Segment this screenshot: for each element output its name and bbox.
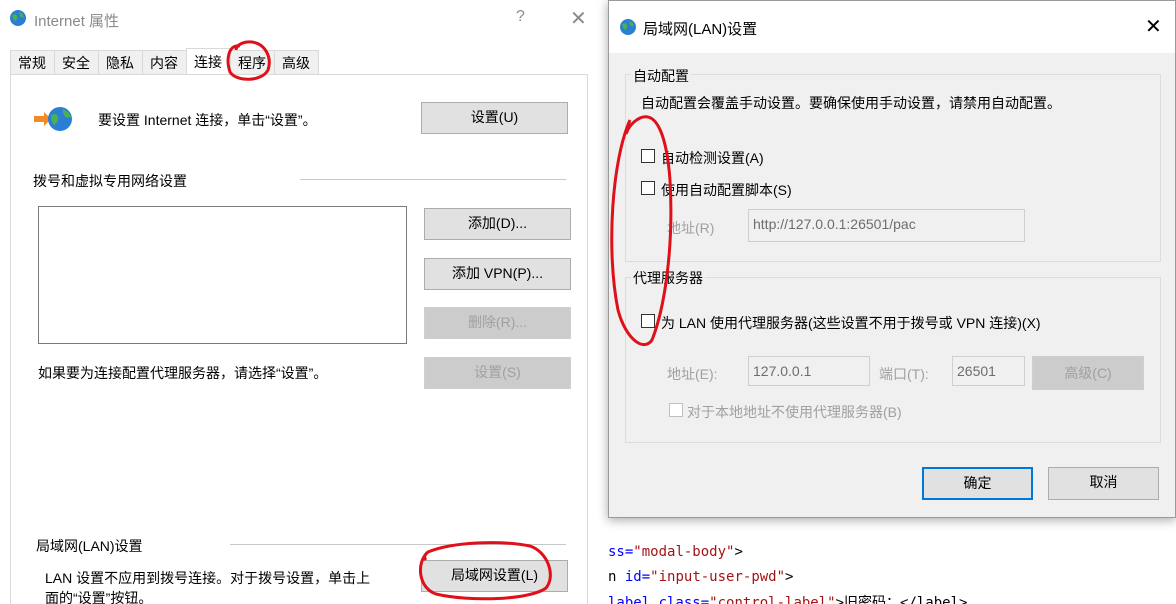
bypass-local-label: 对于本地地址不使用代理服务器(B) xyxy=(687,404,902,420)
internet-globe-icon xyxy=(10,10,26,26)
code-tag-end: > xyxy=(734,544,743,560)
code-tag: label class= xyxy=(608,595,710,604)
dialog-title: 局域网(LAN)设置 xyxy=(643,21,758,38)
cancel-button[interactable]: 取消 xyxy=(1048,467,1159,500)
tab-strip: 常规 安全 隐私 内容 连接 程序 高级 xyxy=(10,48,319,74)
code-line: label class="control-label">旧密码：</label> xyxy=(608,592,967,604)
tab-privacy[interactable]: 隐私 xyxy=(98,50,143,74)
code-attr: id= xyxy=(624,569,651,585)
ok-button[interactable]: 确定 xyxy=(922,467,1033,500)
code-string: "modal-body" xyxy=(633,544,735,560)
code-attr: ss= xyxy=(608,544,634,560)
close-icon[interactable]: ✕ xyxy=(1145,14,1162,39)
divider xyxy=(300,179,566,180)
code-string: "control-label" xyxy=(709,595,836,604)
proxy-hint: 如果要为连接配置代理服务器，请选择“设置”。 xyxy=(38,365,328,381)
code-tag: n xyxy=(608,569,617,585)
dialup-vpn-heading: 拨号和虚拟专用网络设置 xyxy=(33,173,187,189)
auto-detect-checkbox[interactable] xyxy=(641,149,655,163)
tab-general[interactable]: 常规 xyxy=(10,50,55,74)
code-line: n id="input-user-pwd"> xyxy=(608,569,793,585)
tab-connections[interactable]: 连接 xyxy=(186,48,231,74)
divider xyxy=(230,544,566,545)
use-proxy-label: 为 LAN 使用代理服务器(这些设置不用于拨号或 VPN 连接)(X) xyxy=(661,315,1041,331)
tab-programs[interactable]: 程序 xyxy=(230,50,275,74)
lan-settings-dialog: 局域网(LAN)设置 ✕ 自动配置 自动配置会覆盖手动设置。要确保使用手动设置，… xyxy=(608,0,1176,518)
add-button[interactable]: 添加(D)... xyxy=(424,208,571,240)
code-tag-end: > xyxy=(785,569,794,585)
lan-dialog-titlebar: 局域网(LAN)设置 ✕ xyxy=(609,1,1175,53)
code-string: "input-user-pwd" xyxy=(650,569,786,585)
internet-properties-window: Internet 属性 ? ✕ 常规 安全 隐私 内容 连接 程序 高级 要设置… xyxy=(0,0,610,604)
proxy-port-input[interactable]: 26501 xyxy=(952,356,1025,386)
auto-script-label: 使用自动配置脚本(S) xyxy=(661,182,792,198)
window-title: Internet 属性 xyxy=(34,13,120,30)
help-button[interactable]: ? xyxy=(516,8,525,26)
internet-properties-titlebar: Internet 属性 ? ✕ xyxy=(0,0,610,38)
tab-advanced[interactable]: 高级 xyxy=(274,50,319,74)
internet-globe-icon xyxy=(620,19,636,35)
bypass-local-checkbox[interactable] xyxy=(669,403,683,417)
advanced-button[interactable]: 高级(C) xyxy=(1032,356,1144,390)
setup-button[interactable]: 设置(U) xyxy=(421,102,568,134)
setup-instruction: 要设置 Internet 连接，单击“设置”。 xyxy=(98,112,317,128)
connection-wizard-icon xyxy=(34,107,72,131)
auto-detect-label: 自动检测设置(A) xyxy=(661,150,764,166)
add-vpn-button[interactable]: 添加 VPN(P)... xyxy=(424,258,571,290)
script-address-input[interactable]: http://127.0.0.1:26501/pac xyxy=(748,209,1025,242)
remove-button[interactable]: 删除(R)... xyxy=(424,307,571,339)
connections-list[interactable] xyxy=(38,206,407,344)
lan-description-line1: LAN 设置不应用到拨号连接。对于拨号设置，单击上 xyxy=(45,570,371,586)
code-text: >旧密码：</label> xyxy=(835,595,968,604)
tab-security[interactable]: 安全 xyxy=(54,50,99,74)
tab-content[interactable]: 内容 xyxy=(142,50,187,74)
script-address-label: 地址(R) xyxy=(667,220,715,236)
close-icon[interactable]: ✕ xyxy=(570,6,587,31)
auto-config-note: 自动配置会覆盖手动设置。要确保使用手动设置，请禁用自动配置。 xyxy=(641,95,1061,111)
proxy-address-label: 地址(E): xyxy=(667,366,718,382)
lan-heading: 局域网(LAN)设置 xyxy=(36,538,143,554)
proxy-server-group-title: 代理服务器 xyxy=(631,268,705,288)
lan-settings-button[interactable]: 局域网设置(L) xyxy=(421,560,568,592)
proxy-port-label: 端口(T): xyxy=(879,366,929,382)
auto-script-checkbox[interactable] xyxy=(641,181,655,195)
auto-config-group-title: 自动配置 xyxy=(631,66,691,86)
lan-description-line2: 面的“设置”按钮。 xyxy=(45,590,153,604)
settings-button[interactable]: 设置(S) xyxy=(424,357,571,389)
code-line: ss="modal-body"> xyxy=(608,544,743,560)
use-proxy-checkbox[interactable] xyxy=(641,314,655,328)
proxy-address-input[interactable]: 127.0.0.1 xyxy=(748,356,870,386)
